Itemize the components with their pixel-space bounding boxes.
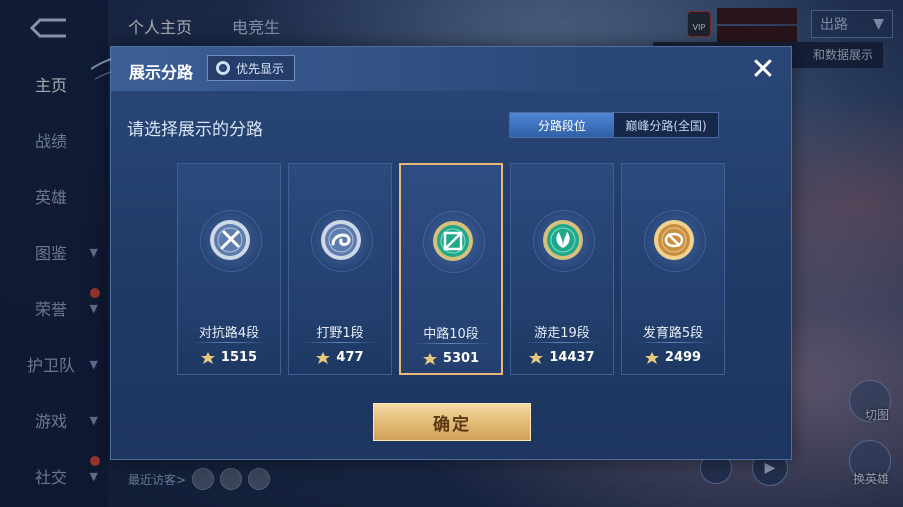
route-card-label: 游走19段 bbox=[534, 326, 590, 341]
score-value: 477 bbox=[336, 350, 364, 365]
rank-medal-icon bbox=[210, 220, 250, 260]
rank-points-icon bbox=[529, 351, 544, 364]
route-card-label: 发育路5段 bbox=[642, 326, 704, 341]
rank-medal-icon bbox=[654, 220, 694, 260]
rank-points-icon bbox=[644, 351, 659, 364]
route-card[interactable]: 游走19段 14437 bbox=[510, 163, 614, 375]
segment-route-rank[interactable]: 分路段位 bbox=[510, 113, 614, 137]
route-card[interactable]: 发育路5段 2499 bbox=[621, 163, 725, 375]
score-value: 1515 bbox=[220, 350, 258, 365]
rank-points-icon bbox=[422, 352, 437, 365]
route-display-modal: 展示分路 优先显示 ✕ 请选择展示的分路 分路段位 巅峰分路(全国) 对抗路4段… bbox=[91, 46, 792, 460]
rank-type-segmented-control: 分路段位 巅峰分路(全国) bbox=[509, 112, 719, 138]
modal-title: 展示分路 bbox=[129, 63, 194, 82]
route-card[interactable]: 中路10段 5301 bbox=[399, 163, 503, 375]
score-row: 477 bbox=[289, 350, 391, 365]
score-row: 1515 bbox=[178, 350, 280, 365]
route-card[interactable]: 对抗路4段 1515 bbox=[177, 163, 281, 375]
priority-display-button[interactable]: 优先显示 bbox=[207, 55, 296, 81]
route-cards: 对抗路4段 1515 打野1段 477 中路10段 5301 游走19段 14437 发育路5段… bbox=[177, 163, 729, 375]
close-icon: ✕ bbox=[750, 51, 776, 87]
rank-points-icon bbox=[200, 351, 215, 364]
score-value: 2499 bbox=[664, 350, 702, 365]
close-button[interactable]: ✕ bbox=[747, 51, 779, 87]
route-card[interactable]: 打野1段 477 bbox=[288, 163, 392, 375]
card-divider bbox=[190, 342, 268, 343]
card-divider bbox=[634, 342, 712, 343]
route-card-label: 对抗路4段 bbox=[198, 326, 260, 341]
rank-medal-icon bbox=[433, 221, 473, 261]
card-divider bbox=[523, 342, 601, 343]
route-card-label: 中路10段 bbox=[423, 327, 479, 342]
score-value: 5301 bbox=[442, 351, 480, 366]
score-row: 14437 bbox=[511, 350, 613, 365]
gear-icon bbox=[216, 61, 230, 75]
score-row: 5301 bbox=[401, 351, 501, 366]
rank-points-icon bbox=[316, 351, 331, 364]
score-row: 2499 bbox=[622, 350, 724, 365]
segment-peak-route[interactable]: 巅峰分路(全国) bbox=[614, 113, 718, 137]
card-divider bbox=[413, 343, 491, 344]
confirm-button[interactable]: 确定 bbox=[373, 403, 531, 441]
score-value: 14437 bbox=[549, 350, 595, 365]
priority-display-label: 优先显示 bbox=[236, 61, 285, 76]
card-divider bbox=[301, 342, 379, 343]
route-card-label: 打野1段 bbox=[316, 326, 364, 341]
select-route-prompt: 请选择展示的分路 bbox=[127, 120, 263, 140]
rank-medal-icon bbox=[543, 220, 583, 260]
rank-medal-icon bbox=[321, 220, 361, 260]
